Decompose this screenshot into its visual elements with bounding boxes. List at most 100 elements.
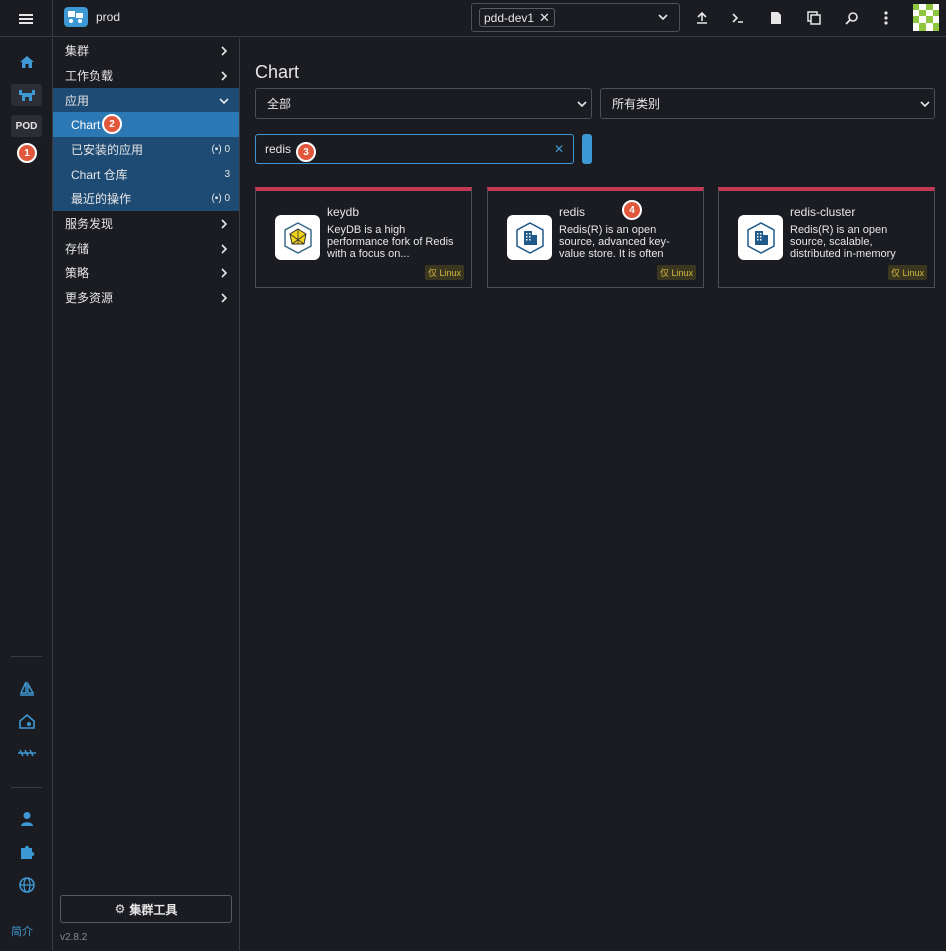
nav-group-storage[interactable]: 存储 xyxy=(53,236,239,261)
clear-icon[interactable]: ✕ xyxy=(554,142,564,156)
user-icon[interactable] xyxy=(11,808,42,830)
step-marker-3: 3 xyxy=(296,142,316,162)
nav-group-label: 服务发现 xyxy=(65,217,114,231)
category-select[interactable]: 所有类别 xyxy=(600,88,935,119)
cluster-brand[interactable]: prod xyxy=(64,7,120,27)
nav-item-label: 最近的操作 xyxy=(71,192,132,206)
chart-card-name: redis xyxy=(559,205,586,219)
nav-item-label: Chart 仓库 xyxy=(71,168,128,182)
nav-item-recent-operations[interactable]: 最近的操作 (▪) 0 xyxy=(53,186,239,211)
nav-group-label: 集群 xyxy=(65,44,90,58)
chevron-down-icon xyxy=(919,98,931,113)
cluster-rail: POD 简介 xyxy=(0,38,53,951)
chart-card-description: Redis(R) is an open source, advanced key… xyxy=(559,224,670,260)
linux-only-badge: 仅 Linux xyxy=(887,265,927,280)
linux-only-badge: 仅 Linux xyxy=(656,265,696,280)
chart-card-redis-cluster[interactable]: redis-cluster Redis(R) is an open source… xyxy=(718,187,935,288)
kubeconfig-file-icon[interactable] xyxy=(766,8,786,28)
chevron-down-icon xyxy=(219,95,229,109)
nav-item-label: Chart xyxy=(71,117,101,132)
about-link[interactable]: 简介 xyxy=(11,923,33,939)
search-icon[interactable] xyxy=(842,8,862,28)
chart-card-name: keydb xyxy=(327,205,360,219)
chevron-right-icon xyxy=(219,218,229,232)
chevron-right-icon xyxy=(219,243,229,257)
linux-only-badge: 仅 Linux xyxy=(424,265,464,280)
chart-card-keydb[interactable]: keydb KeyDB is a high performance fork o… xyxy=(255,187,472,288)
nav-item-installed-apps[interactable]: 已安装的应用 (▪) 0 xyxy=(53,137,239,162)
user-avatar[interactable] xyxy=(913,4,939,31)
gear-icon: ⚙ xyxy=(114,902,126,916)
puzzle-icon[interactable] xyxy=(11,841,42,863)
nav-item-count: 3 xyxy=(224,169,230,180)
import-yaml-icon[interactable] xyxy=(692,8,712,28)
search-input-value: redis xyxy=(265,142,292,156)
nav-group-apps[interactable]: 应用 xyxy=(53,88,239,113)
chart-card-description: Redis(R) is an open source, scalable, di… xyxy=(790,224,896,260)
top-header: prod pdd-dev1 ✕ xyxy=(0,0,946,37)
repo-select[interactable]: 全部 xyxy=(255,88,592,119)
virtualization-icon[interactable] xyxy=(11,710,42,732)
repo-select-value: 全部 xyxy=(267,97,292,111)
namespace-chip-label: pdd-dev1 xyxy=(484,10,535,25)
cluster-logo-icon xyxy=(64,7,88,27)
side-navigation: 集群 工作负载 应用 Chart 已安装的应用 (▪) 0 Chart 仓库 3… xyxy=(53,38,240,951)
copy-icon[interactable] xyxy=(804,8,824,28)
nav-group-label: 存储 xyxy=(65,242,90,256)
category-select-value: 所有类别 xyxy=(612,97,661,111)
step-marker-1: 1 xyxy=(17,143,37,163)
search-submit-button[interactable] xyxy=(582,134,592,164)
namespace-chip[interactable]: pdd-dev1 ✕ xyxy=(479,8,555,27)
cluster-tools-button[interactable]: ⚙ 集群工具 xyxy=(60,895,232,923)
version-label[interactable]: v2.8.2 xyxy=(60,932,87,943)
namespaced-icon: (▪) xyxy=(211,193,225,204)
chart-card-description: KeyDB is a high performance fork of Redi… xyxy=(327,224,454,260)
terminal-icon[interactable] xyxy=(728,8,748,28)
nav-group-cluster[interactable]: 集群 xyxy=(53,38,239,63)
hamburger-icon xyxy=(19,12,33,26)
redis-building-icon xyxy=(507,215,552,260)
cluster-pod-badge[interactable]: POD xyxy=(11,115,42,137)
chart-card-redis[interactable]: redis Redis(R) is an open source, advanc… xyxy=(487,187,704,288)
chevron-down-icon[interactable] xyxy=(657,11,669,26)
more-vertical-icon[interactable] xyxy=(876,8,896,28)
menu-toggle-button[interactable] xyxy=(0,0,53,37)
step-marker-4: 4 xyxy=(622,200,642,220)
nav-item-count: (▪) 0 xyxy=(211,193,230,204)
step-marker-2: 2 xyxy=(102,114,122,134)
namespaced-icon: (▪) xyxy=(211,144,225,155)
cluster-tools-label: 集群工具 xyxy=(129,902,178,917)
nav-item-chart-repos[interactable]: Chart 仓库 3 xyxy=(53,162,239,187)
fleet-sail-icon[interactable] xyxy=(11,678,42,700)
nav-group-label: 更多资源 xyxy=(65,291,114,305)
nav-group-label: 策略 xyxy=(65,266,90,280)
chart-card-name: redis-cluster xyxy=(790,205,856,219)
namespace-filter[interactable]: pdd-dev1 ✕ xyxy=(471,3,680,32)
nav-item-count: (▪) 0 xyxy=(211,144,230,155)
chevron-right-icon xyxy=(219,70,229,84)
cluster-name: prod xyxy=(96,10,121,24)
page-title: Chart xyxy=(255,62,300,82)
home-icon[interactable] xyxy=(11,51,42,73)
chevron-right-icon xyxy=(219,267,229,281)
globe-icon[interactable] xyxy=(11,874,42,896)
chevron-right-icon xyxy=(219,45,229,59)
rail-divider xyxy=(11,656,42,657)
nav-group-policy[interactable]: 策略 xyxy=(53,260,239,285)
nav-group-service-discovery[interactable]: 服务发现 xyxy=(53,211,239,236)
close-icon[interactable]: ✕ xyxy=(539,10,550,26)
chevron-right-icon xyxy=(219,292,229,306)
rail-divider xyxy=(11,787,42,788)
nav-group-workloads[interactable]: 工作负载 xyxy=(53,63,239,88)
main-content: Chart 全部 所有类别 redis ✕ keydb KeyDB is a h… xyxy=(240,38,946,951)
nav-group-more-resources[interactable]: 更多资源 xyxy=(53,285,239,310)
keydb-logo-icon xyxy=(275,215,320,260)
nav-group-label: 应用 xyxy=(65,94,90,108)
nav-item-label: 已安装的应用 xyxy=(71,143,144,157)
extensions-chain-icon[interactable] xyxy=(11,742,42,764)
nav-group-label: 工作负载 xyxy=(65,69,114,83)
nav-item-charts[interactable]: Chart xyxy=(53,112,239,137)
chevron-down-icon xyxy=(576,98,588,113)
redis-cluster-building-icon xyxy=(738,215,783,260)
cluster-rancher-icon[interactable] xyxy=(11,84,42,106)
